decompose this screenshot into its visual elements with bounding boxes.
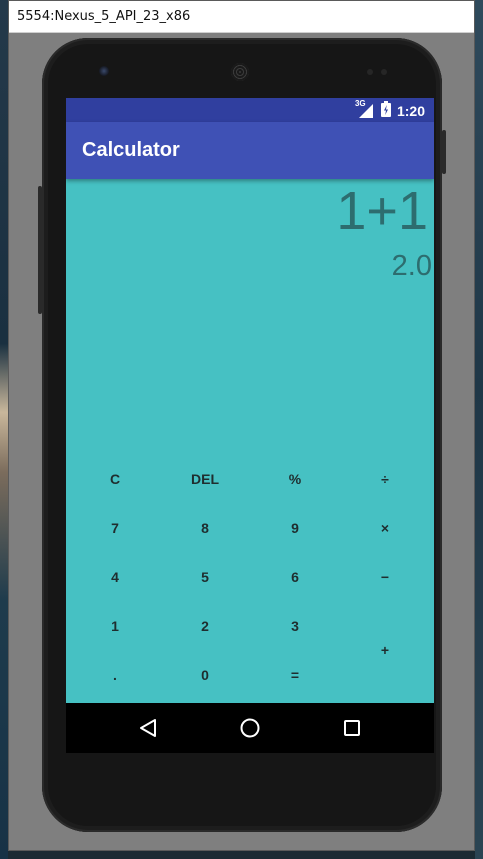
volume-button[interactable]	[38, 186, 42, 314]
desktop-background-left	[0, 0, 8, 859]
app-title: Calculator	[82, 139, 180, 161]
result-display: 2.0	[391, 250, 432, 282]
window-titlebar[interactable]: 5554:Nexus_5_API_23_x86	[9, 1, 474, 33]
status-time: 1:20	[396, 102, 425, 119]
expression-display: 1+1	[336, 181, 428, 241]
device-screen: 3G 1:20 Calculator 1+1 2.0 C DEL % ÷ 7 8…	[66, 98, 434, 753]
signal-icon: 3G	[355, 99, 375, 119]
status-icons: 3G 1:20	[355, 99, 425, 120]
sensor-icon	[381, 69, 387, 75]
power-button[interactable]	[442, 130, 446, 174]
key-multiply[interactable]: ×	[339, 503, 431, 552]
key-delete[interactable]: DEL	[159, 454, 251, 503]
app-bar: Calculator	[66, 122, 434, 179]
network-type-label: 3G	[354, 98, 366, 108]
key-0[interactable]: 0	[159, 650, 251, 699]
sensor-icon	[367, 69, 373, 75]
key-1[interactable]: 1	[69, 601, 161, 650]
key-8[interactable]: 8	[159, 503, 251, 552]
key-2[interactable]: 2	[159, 601, 251, 650]
back-icon[interactable]	[135, 715, 161, 741]
status-bar: 3G 1:20	[66, 98, 434, 122]
key-6[interactable]: 6	[249, 552, 341, 601]
front-camera-icon	[99, 66, 109, 76]
window-title: 5554:Nexus_5_API_23_x86	[17, 9, 191, 24]
key-9[interactable]: 9	[249, 503, 341, 552]
desktop-background-right	[475, 0, 483, 859]
key-5[interactable]: 5	[159, 552, 251, 601]
key-clear[interactable]: C	[69, 454, 161, 503]
speaker-grille-icon	[231, 63, 249, 81]
battery-icon	[380, 101, 391, 120]
key-minus[interactable]: −	[339, 552, 431, 601]
home-icon[interactable]	[237, 715, 263, 741]
navigation-bar	[66, 703, 434, 753]
key-plus[interactable]: +	[339, 601, 431, 699]
keypad: C DEL % ÷ 7 8 9 × 4 5 6 − 1 2 3 + . 0 =	[66, 454, 434, 704]
key-4[interactable]: 4	[69, 552, 161, 601]
key-equals[interactable]: =	[249, 650, 341, 699]
phone-body: 3G 1:20 Calculator 1+1 2.0 C DEL % ÷ 7 8…	[38, 38, 446, 832]
key-divide[interactable]: ÷	[339, 454, 431, 503]
key-3[interactable]: 3	[249, 601, 341, 650]
key-7[interactable]: 7	[69, 503, 161, 552]
emulator-window: 5554:Nexus_5_API_23_x86 3G 1:20 Calculat…	[8, 0, 475, 851]
key-dot[interactable]: .	[69, 650, 161, 699]
key-percent[interactable]: %	[249, 454, 341, 503]
recents-icon[interactable]	[339, 715, 365, 741]
